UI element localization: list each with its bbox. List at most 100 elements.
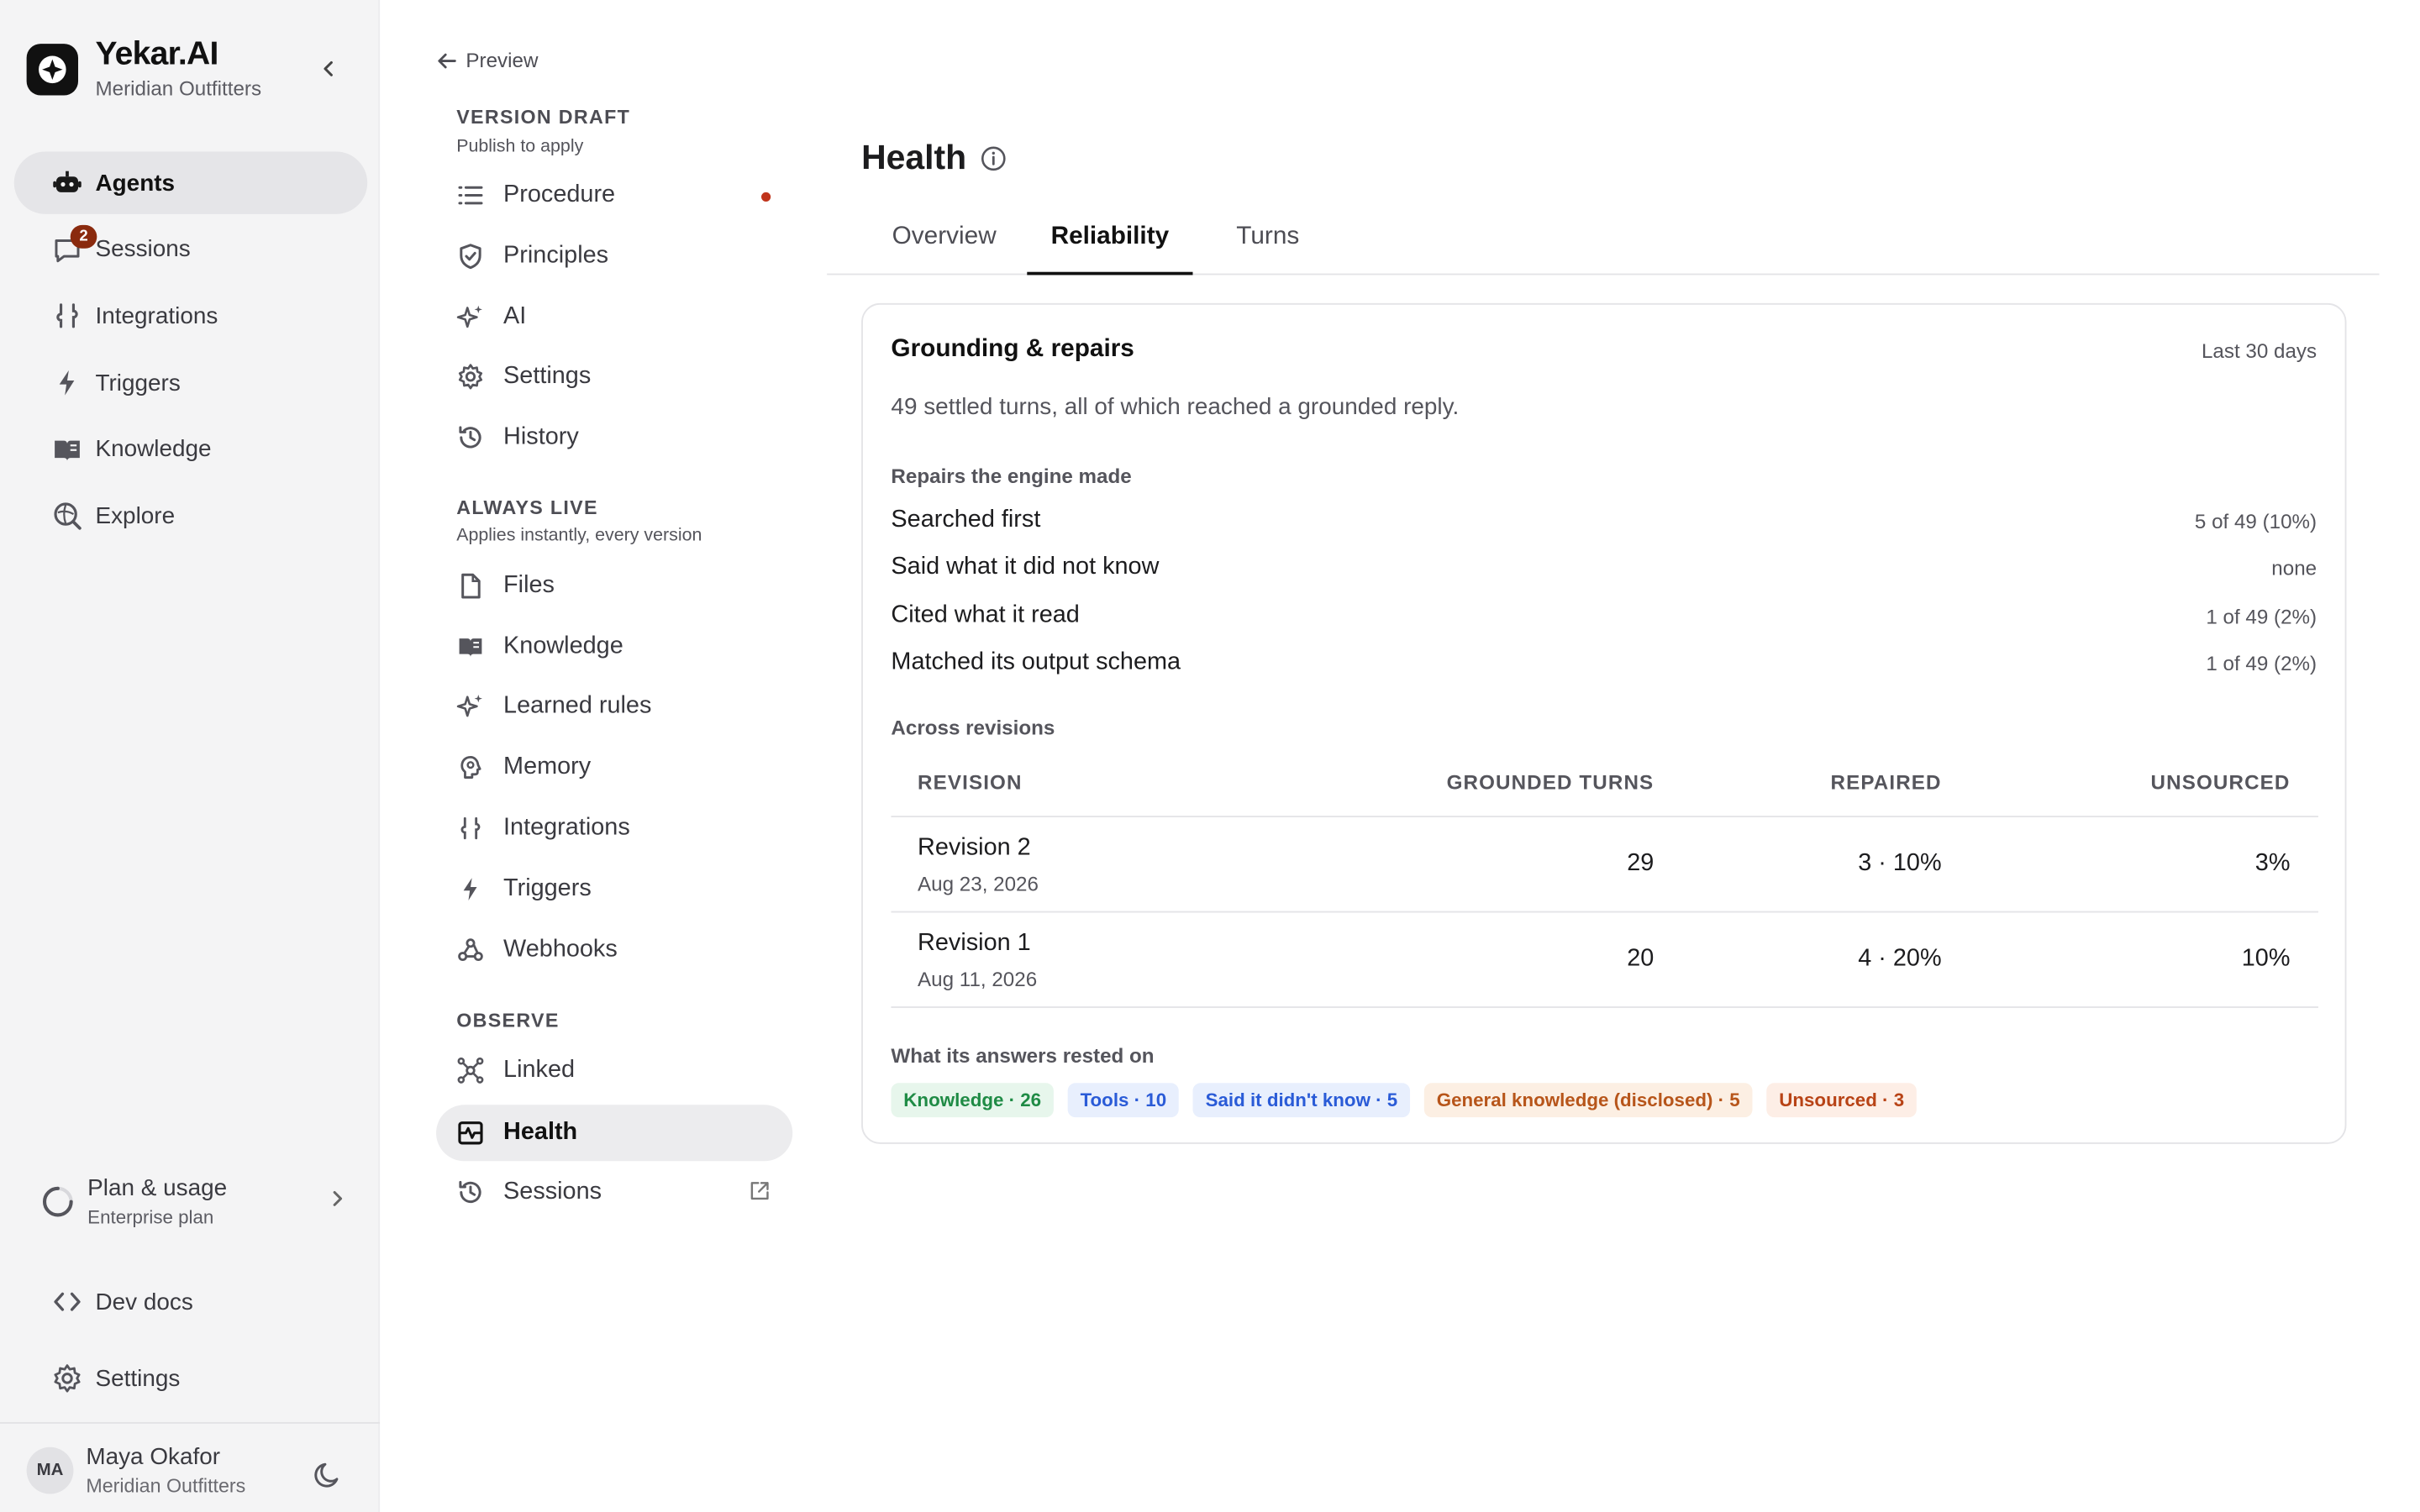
nav-item-sessions[interactable]: Sessions	[436, 1164, 792, 1221]
nav-item-label: Integrations	[503, 814, 630, 841]
section-subtitle: Applies instantly, every version	[456, 526, 702, 546]
nav-item-label: History	[503, 423, 579, 450]
usage-ring-icon	[40, 1184, 75, 1219]
sources-heading: What its answers rested on	[891, 1043, 1155, 1068]
rail-item-agents[interactable]: Agents	[13, 151, 368, 214]
section-heading-version-draft: VERSION DRAFT	[456, 106, 631, 129]
card-period: Last 30 days	[2201, 339, 2317, 363]
repair-value: 1 of 49 (2%)	[2206, 604, 2317, 627]
nav-item-label: Knowledge	[503, 633, 623, 660]
nav-item-triggers[interactable]: Triggers	[436, 861, 792, 917]
rail-item-integrations[interactable]: Integrations	[14, 285, 367, 347]
section-heading-observe: OBSERVE	[456, 1009, 560, 1032]
chevron-left-icon	[324, 60, 333, 76]
network-icon	[456, 1057, 484, 1084]
card-title: Grounding & repairs	[891, 335, 1134, 363]
table-row[interactable]: Revision 1 Aug 11, 2026 20 4 · 20% 10%	[891, 912, 2318, 1008]
nav-item-label: Triggers	[503, 874, 592, 902]
repair-label: Cited what it read	[891, 601, 1080, 628]
nav-item-learned-rules[interactable]: Learned rules	[436, 678, 792, 734]
tab-overview[interactable]: Overview	[868, 213, 1021, 275]
unsourced-value: 10%	[2241, 945, 2291, 973]
source-chip-general-knowledge: General knowledge (disclosed) · 5	[1423, 1083, 1753, 1118]
repaired-value: 4 · 20%	[1858, 945, 1942, 973]
info-icon[interactable]	[981, 144, 1007, 171]
robot-icon	[51, 167, 82, 198]
settings-label: Settings	[95, 1365, 181, 1392]
main-content: Health Overview Reliability Turns Ground…	[827, 0, 2382, 1512]
nav-item-files[interactable]: Files	[436, 558, 792, 614]
moon-icon	[314, 1462, 339, 1488]
section-subtitle: Publish to apply	[456, 137, 584, 157]
unsourced-value: 3%	[2254, 850, 2291, 877]
source-chip-knowledge: Knowledge · 26	[891, 1083, 1054, 1118]
tab-turns[interactable]: Turns	[1205, 213, 1330, 275]
health-monitor-icon	[456, 1119, 484, 1147]
plan-usage-button[interactable]: Plan & usage Enterprise plan	[27, 1166, 355, 1238]
column-header-repaired: REPAIRED	[1830, 770, 1942, 795]
bolt-icon	[51, 367, 82, 398]
rail-divider	[0, 1421, 381, 1424]
nav-item-principles[interactable]: Principles	[436, 228, 792, 285]
nav-item-label: Memory	[503, 753, 592, 780]
rail-item-sessions[interactable]: 2 Sessions	[14, 218, 367, 281]
nav-item-history[interactable]: History	[436, 409, 792, 465]
dev-docs-link[interactable]: Dev docs	[14, 1271, 367, 1333]
gear-icon	[456, 363, 484, 391]
bolt-icon	[456, 875, 484, 903]
nav-item-procedure[interactable]: Procedure	[436, 167, 792, 223]
repair-label: Matched its output schema	[891, 648, 1181, 675]
plug-icon	[51, 301, 82, 332]
tab-reliability[interactable]: Reliability	[1027, 213, 1193, 276]
nav-item-label: Principles	[503, 242, 609, 269]
repair-label: Searched first	[891, 506, 1041, 533]
arrow-left-icon	[438, 52, 456, 68]
plug-icon	[456, 814, 484, 842]
brand: Yekar.AI Meridian Outfitters	[26, 34, 261, 100]
user-org: Meridian Outfitters	[86, 1475, 246, 1498]
repair-value: 5 of 49 (10%)	[2194, 508, 2317, 533]
dev-docs-label: Dev docs	[95, 1288, 193, 1315]
repair-label: Said what it did not know	[891, 553, 1160, 580]
sessions-count-badge: 2	[70, 224, 97, 249]
search-globe-icon	[51, 501, 82, 532]
user-profile[interactable]: MA Maya Okafor Meridian Outfitters	[26, 1444, 246, 1498]
back-label: Preview	[466, 48, 539, 72]
nav-item-ai[interactable]: AI	[436, 289, 792, 345]
avatar: MA	[26, 1446, 74, 1494]
rail-item-knowledge[interactable]: Knowledge	[14, 418, 367, 480]
unsaved-dot	[761, 192, 771, 202]
rail-item-triggers[interactable]: Triggers	[14, 352, 367, 414]
rail-settings-link[interactable]: Settings	[14, 1347, 367, 1410]
nav-item-knowledge[interactable]: Knowledge	[436, 619, 792, 675]
table-row[interactable]: Revision 2 Aug 23, 2026 29 3 · 10% 3%	[891, 817, 2318, 913]
gear-icon	[51, 1362, 82, 1394]
theme-toggle-button[interactable]	[313, 1460, 344, 1499]
revisions-heading: Across revisions	[891, 716, 1055, 739]
table-header-row: REVISION GROUNDED TURNS REPAIRED UNSOURC…	[891, 743, 2318, 817]
nav-item-memory[interactable]: Memory	[436, 739, 792, 795]
repair-row: Matched its output schema 1 of 49 (2%)	[891, 639, 2317, 686]
back-to-preview-link[interactable]: Preview	[436, 49, 538, 72]
repair-value: none	[2271, 555, 2317, 580]
rail-item-label: Explore	[95, 502, 176, 530]
nav-item-label: Learned rules	[503, 692, 652, 719]
external-link-icon	[750, 1182, 769, 1200]
nav-item-health[interactable]: Health	[436, 1105, 793, 1162]
source-chips: Knowledge · 26 Tools · 10 Said it didn't…	[891, 1083, 1930, 1118]
rail-item-label: Integrations	[95, 302, 218, 330]
rail-item-explore[interactable]: Explore	[14, 486, 367, 548]
brand-logo-icon	[26, 44, 79, 96]
nav-item-webhooks[interactable]: Webhooks	[436, 922, 792, 979]
plan-title: Plan & usage	[87, 1175, 228, 1202]
webhook-icon	[456, 936, 484, 963]
nav-item-integrations[interactable]: Integrations	[436, 801, 792, 857]
nav-item-linked[interactable]: Linked	[436, 1042, 792, 1099]
repaired-value: 3 · 10%	[1858, 850, 1942, 877]
nav-item-settings[interactable]: Settings	[436, 349, 792, 405]
left-rail: Yekar.AI Meridian Outfitters Agents 2 Se…	[0, 0, 381, 1512]
repair-value: 1 of 49 (2%)	[2206, 650, 2317, 675]
collapse-sidebar-button[interactable]	[313, 53, 344, 84]
rail-item-label: Agents	[95, 169, 176, 197]
card-summary: 49 settled turns, all of which reached a…	[891, 393, 1460, 421]
